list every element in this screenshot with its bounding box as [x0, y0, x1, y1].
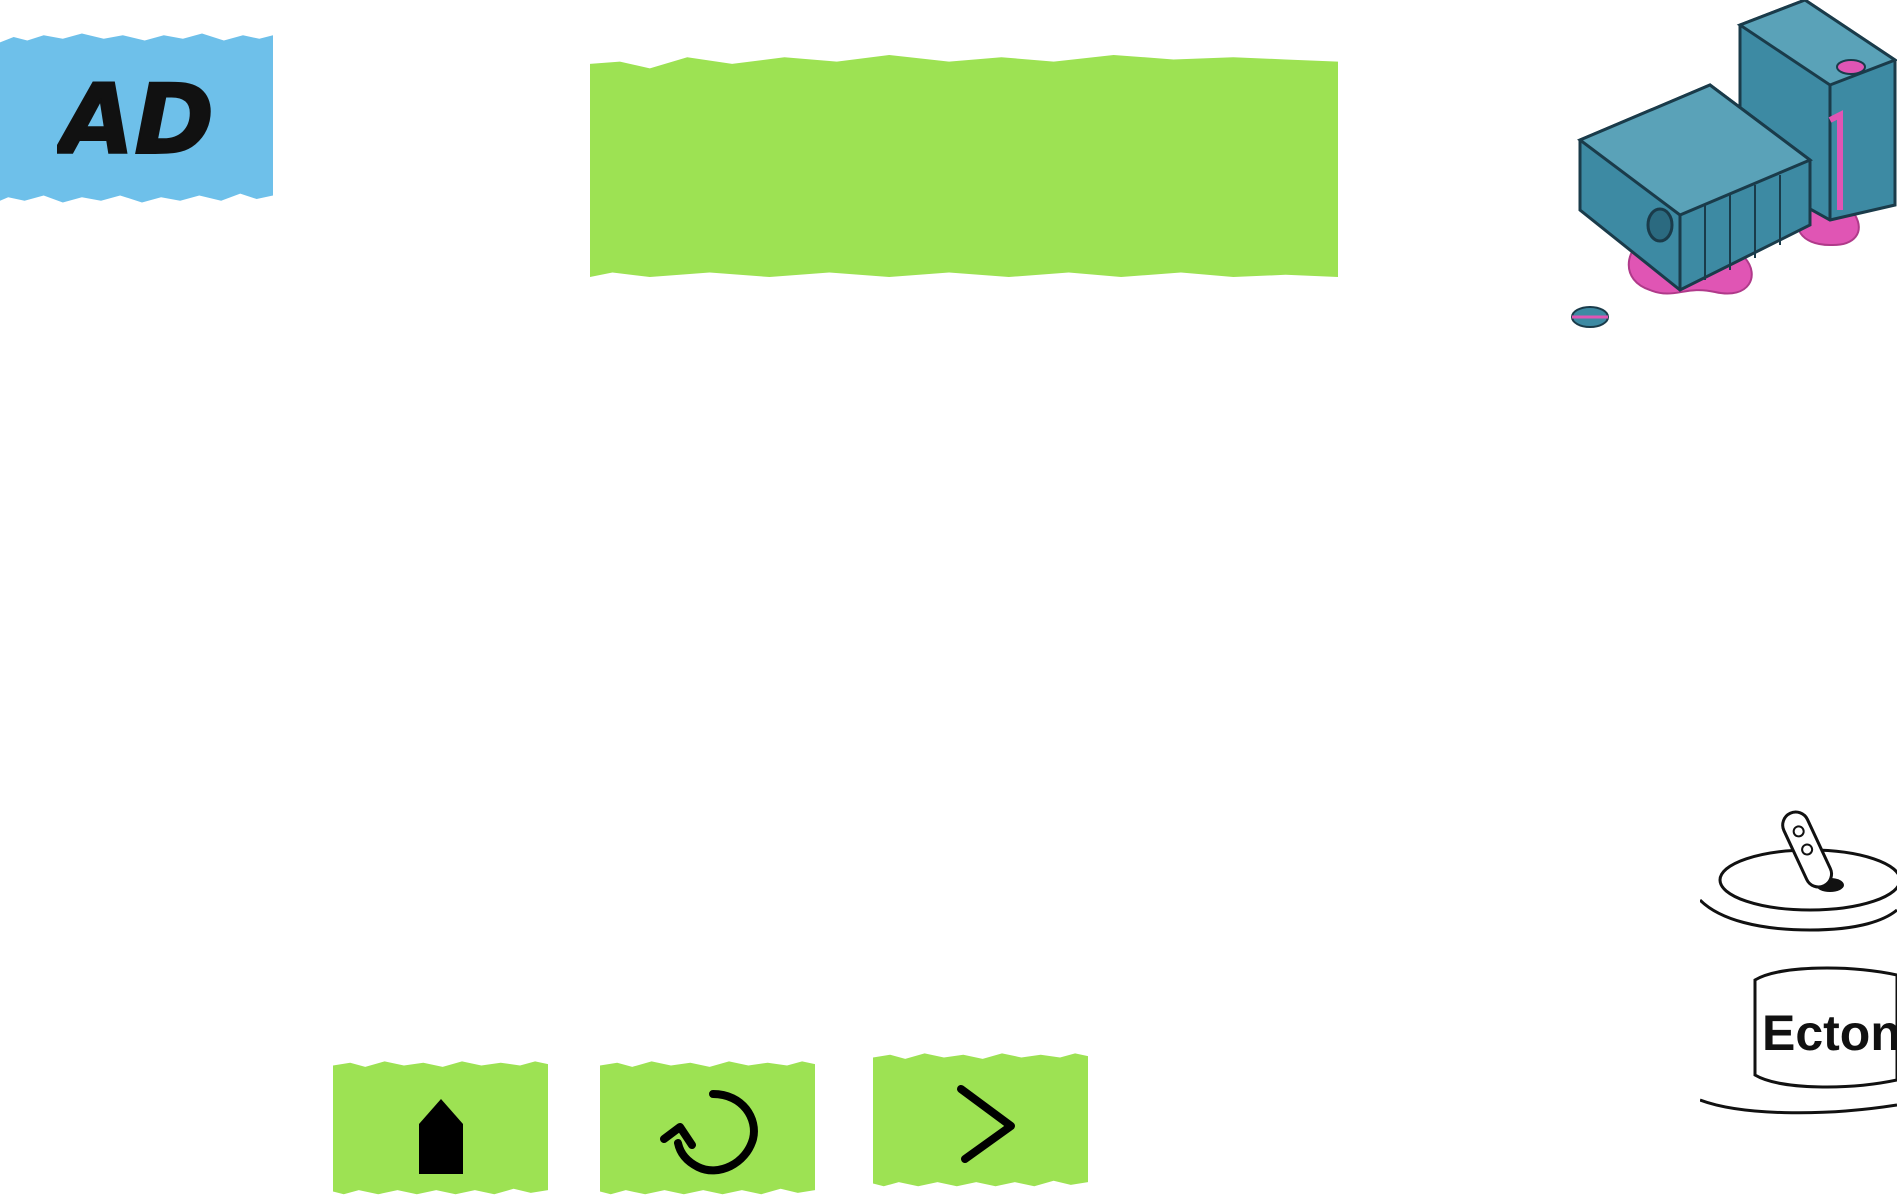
ad-label: AD [57, 64, 214, 176]
replay-button[interactable] [600, 1061, 815, 1195]
title-banner [590, 55, 1338, 277]
chevron-right-icon [956, 1084, 1015, 1163]
home-icon [418, 1098, 463, 1174]
replay-icon [659, 1089, 758, 1174]
paint-can-illustration: Ecton [1700, 810, 1897, 1115]
ad-logo: AD [57, 63, 215, 177]
next-button[interactable] [873, 1053, 1088, 1187]
home-button[interactable] [333, 1061, 548, 1195]
paint-can-label: Ecton [1762, 1005, 1897, 1061]
toppled-machine-illustration [1571, 0, 1897, 328]
ad-button[interactable]: AD [0, 33, 273, 203]
